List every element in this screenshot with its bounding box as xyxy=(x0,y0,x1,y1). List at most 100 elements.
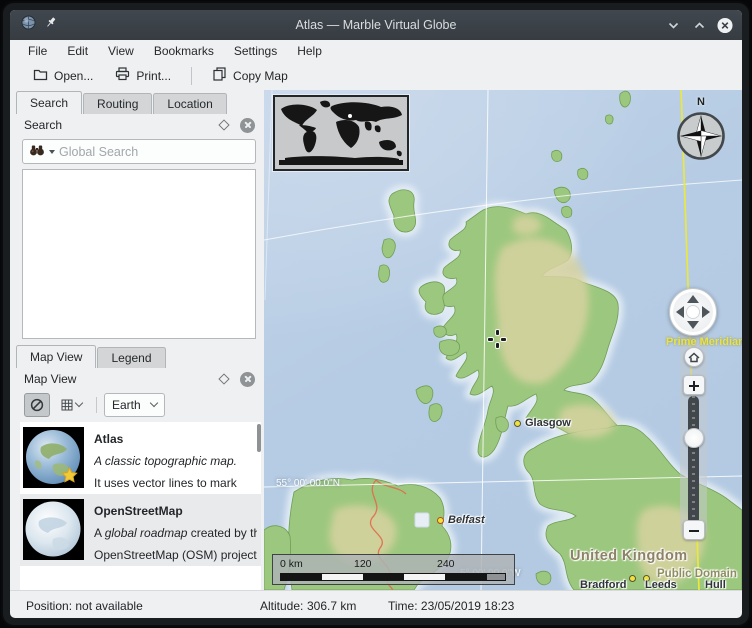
map-canvas[interactable]: 55° 00' 00.0"N 5° 00' 00.0"W Glasgow Bel… xyxy=(264,90,742,590)
search-panel-title: Search xyxy=(24,118,220,132)
close-panel-icon[interactable] xyxy=(240,118,255,133)
pan-center-button[interactable] xyxy=(686,305,700,319)
status-time: Time: 23/05/2019 18:23 xyxy=(388,599,514,613)
overview-position-dot xyxy=(348,114,352,118)
theme-list-scrollbar[interactable] xyxy=(257,424,261,452)
pan-right-arrow-icon[interactable] xyxy=(702,306,710,318)
statusbar: Position: not available Altitude: 306.7 … xyxy=(10,590,742,618)
theme-description-2: OpenStreetMap (OSM) project. xyxy=(94,548,257,562)
scale-label-0: 0 km xyxy=(280,558,303,570)
theme-description: A global roadmap created by the xyxy=(94,526,257,540)
tab-map-view[interactable]: Map View xyxy=(16,345,96,368)
menu-edit[interactable]: Edit xyxy=(57,42,98,60)
print-label: Print... xyxy=(136,69,171,83)
titlebar[interactable]: Atlas — Marble Virtual Globe xyxy=(10,10,742,40)
pan-down-arrow-icon[interactable] xyxy=(687,321,699,329)
dock-top-tabs: Search Routing Location xyxy=(14,90,264,114)
theme-name: Atlas xyxy=(94,432,237,446)
scale-bar-stripes xyxy=(280,573,506,581)
theme-item-openstreetmap[interactable]: OpenStreetMap A global roadmap created b… xyxy=(20,494,261,566)
menu-settings[interactable]: Settings xyxy=(224,42,287,60)
menu-file[interactable]: File xyxy=(18,42,57,60)
menu-help[interactable]: Help xyxy=(287,42,332,60)
compass-rose[interactable] xyxy=(675,110,727,162)
latitude-label: 55° 00' 00.0"N xyxy=(276,478,340,489)
window-title: Atlas — Marble Virtual Globe xyxy=(10,18,742,32)
close-panel-icon[interactable] xyxy=(240,372,255,387)
menu-view[interactable]: View xyxy=(98,42,144,60)
osm-thumbnail xyxy=(23,499,84,560)
tab-search[interactable]: Search xyxy=(16,91,82,114)
status-altitude-value: 306.7 km xyxy=(307,599,356,613)
chevron-down-icon xyxy=(149,399,157,407)
scale-label-120: 120 xyxy=(354,558,372,570)
city-label-leeds: Leeds xyxy=(645,579,677,590)
toolbar: Open... Print... Copy Map xyxy=(10,61,742,90)
attribution-label: Public Domain xyxy=(657,568,737,580)
status-position: Position: not available xyxy=(26,599,143,613)
menubar: File Edit View Bookmarks Settings Help xyxy=(10,40,742,61)
search-input[interactable]: Global Search xyxy=(22,139,256,164)
float-panel-icon[interactable] xyxy=(218,119,229,130)
prime-meridian-label: Prime Meridian xyxy=(666,336,742,348)
map-view-controls: Earth xyxy=(24,391,256,418)
city-label-belfast: Belfast xyxy=(448,514,485,526)
search-results-list[interactable] xyxy=(22,169,256,339)
zoom-slider-handle[interactable] xyxy=(684,428,704,448)
pan-up-arrow-icon[interactable] xyxy=(687,295,699,303)
pan-left-arrow-icon[interactable] xyxy=(676,306,684,318)
map-theme-list: Atlas A classic topographic map. It uses… xyxy=(20,422,261,590)
dock-bottom-tabs: Map View Legend xyxy=(14,344,264,368)
city-marker-glasgow xyxy=(514,420,521,427)
map-view-panel-header: Map View xyxy=(14,368,264,390)
binoculars-icon xyxy=(29,143,45,161)
theme-item-atlas[interactable]: Atlas A classic topographic map. It uses… xyxy=(20,422,261,494)
theme-name: OpenStreetMap xyxy=(94,504,257,518)
atlas-thumbnail xyxy=(23,427,84,488)
city-label-glasgow: Glasgow xyxy=(525,417,571,429)
overview-map[interactable] xyxy=(273,95,409,171)
city-label-bradford: Bradford xyxy=(580,579,626,590)
copy-map-button[interactable]: Copy Map xyxy=(203,64,297,87)
tab-legend[interactable]: Legend xyxy=(97,347,165,368)
float-panel-icon[interactable] xyxy=(218,373,229,384)
maximize-icon[interactable] xyxy=(691,17,707,33)
status-altitude-label: Altitude: xyxy=(260,599,303,613)
chevron-down-icon xyxy=(74,399,82,407)
menu-bookmarks[interactable]: Bookmarks xyxy=(144,42,224,60)
zoom-in-button[interactable] xyxy=(683,375,705,395)
folder-icon xyxy=(33,68,48,84)
application-window: Atlas — Marble Virtual Globe File Edit V… xyxy=(10,10,742,618)
country-label: United Kingdom xyxy=(570,548,688,564)
toolbar-separator xyxy=(191,67,192,85)
city-label-hull: Hull xyxy=(705,579,726,590)
left-dock: Search Routing Location Search Global Se… xyxy=(10,90,264,590)
open-label: Open... xyxy=(54,69,93,83)
city-marker-belfast xyxy=(437,517,444,524)
celestial-body-select[interactable]: Earth xyxy=(104,393,165,417)
world-silhouette xyxy=(275,97,407,169)
celestial-list-button[interactable] xyxy=(53,393,89,417)
home-button[interactable] xyxy=(684,347,704,367)
globe-projection-button[interactable] xyxy=(24,393,50,417)
controls-separator xyxy=(96,397,97,413)
search-source-chevron-icon[interactable] xyxy=(49,150,55,154)
compass-north-label: N xyxy=(675,96,727,108)
pan-control[interactable] xyxy=(669,288,717,336)
search-placeholder: Global Search xyxy=(59,145,138,159)
zoom-out-button[interactable] xyxy=(683,520,705,540)
copy-map-label: Copy Map xyxy=(233,69,288,83)
tab-routing[interactable]: Routing xyxy=(83,93,152,114)
pin-icon[interactable] xyxy=(45,16,58,34)
app-icon[interactable] xyxy=(21,15,36,35)
map-view-panel-title: Map View xyxy=(24,372,220,386)
close-icon[interactable] xyxy=(717,17,733,33)
print-button[interactable]: Print... xyxy=(106,64,180,87)
minimize-icon[interactable] xyxy=(665,17,681,33)
tab-location[interactable]: Location xyxy=(153,93,226,114)
printer-icon xyxy=(115,67,130,84)
city-marker-bradford xyxy=(629,575,636,582)
open-button[interactable]: Open... xyxy=(24,65,102,87)
theme-description-2: It uses vector lines to mark xyxy=(94,476,237,490)
zoom-slider-track[interactable] xyxy=(688,396,699,524)
